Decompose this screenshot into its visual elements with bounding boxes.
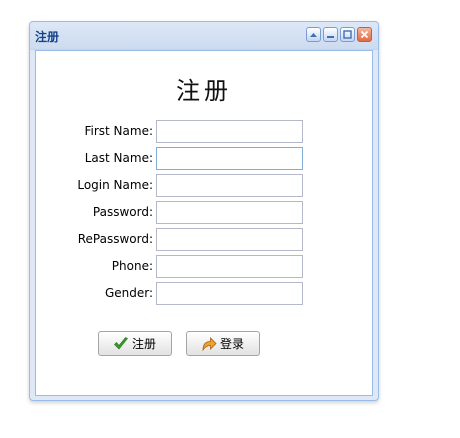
register-window: 注册 注册 First Name: Last Name: Login Name:… [29, 21, 379, 401]
minimize-icon[interactable] [323, 27, 338, 42]
phone-label: Phone: [111, 259, 153, 273]
repassword-row: RePassword: [36, 228, 372, 252]
last-name-row: Last Name: [36, 147, 372, 171]
login-name-label: Login Name: [77, 178, 153, 192]
first-name-label: First Name: [84, 124, 153, 138]
maximize-icon[interactable] [340, 27, 355, 42]
gender-input[interactable] [156, 282, 303, 305]
password-row: Password: [36, 201, 372, 225]
register-button-label: 注册 [132, 337, 157, 351]
collapse-icon[interactable] [306, 27, 321, 42]
first-name-row: First Name: [36, 120, 372, 144]
password-input[interactable] [156, 201, 303, 224]
last-name-input[interactable] [156, 147, 303, 170]
login-button[interactable]: 登录 [186, 331, 260, 356]
last-name-label: Last Name: [84, 151, 153, 165]
checkmark-icon [114, 336, 128, 349]
password-label: Password: [92, 205, 153, 219]
first-name-input[interactable] [156, 120, 303, 143]
window-tools [306, 27, 372, 42]
login-name-input[interactable] [156, 174, 303, 197]
forward-arrow-icon [202, 336, 217, 351]
login-button-label: 登录 [220, 337, 245, 351]
register-button[interactable]: 注册 [98, 331, 172, 356]
gender-label: Gender: [104, 286, 153, 300]
phone-input[interactable] [156, 255, 303, 278]
window-titlebar[interactable]: 注册 [30, 22, 378, 50]
form-panel: 注册 First Name: Last Name: Login Name: Pa… [35, 50, 373, 396]
login-name-row: Login Name: [36, 174, 372, 198]
gender-row: Gender: [36, 282, 372, 306]
phone-row: Phone: [36, 255, 372, 279]
repassword-input[interactable] [156, 228, 303, 251]
repassword-label: RePassword: [77, 232, 153, 246]
form-heading: 注册 [176, 77, 232, 105]
close-icon[interactable] [357, 27, 372, 42]
window-title: 注册 [35, 30, 60, 44]
